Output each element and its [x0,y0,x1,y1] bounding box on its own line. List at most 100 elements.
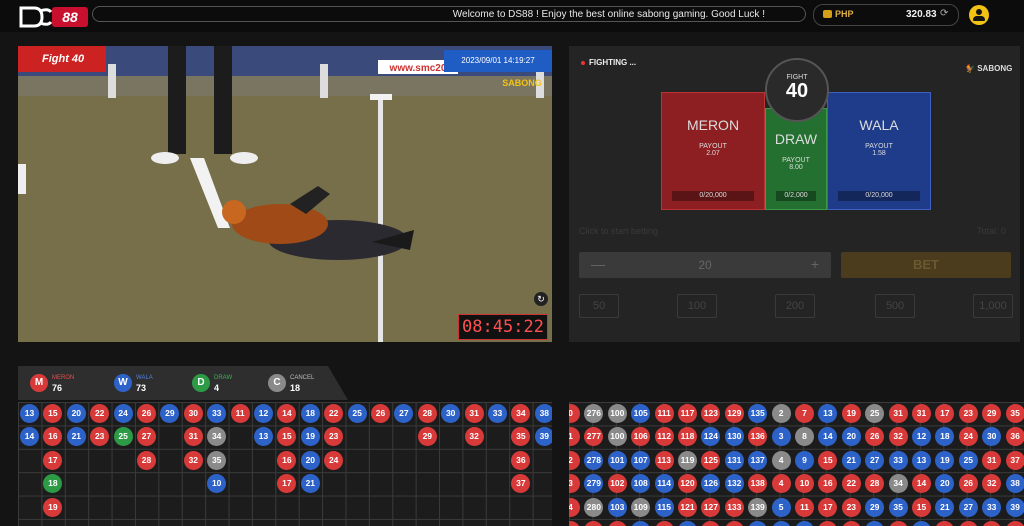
result-ball: 20 [66,404,86,423]
result-ball: 33 [888,450,908,470]
betting-panel: FIGHTING ... 🐓 SABONG FIGHT 40 MERON PAY… [569,46,1020,342]
result-ball: 22 [90,404,110,423]
rotate-icon[interactable]: ↻ [534,292,548,306]
draw-limit: 0/2,000 [776,191,816,201]
result-ball: 16 [912,521,931,526]
meron-summary-label: MERON [52,375,75,381]
cancel-count: 18 [290,383,301,393]
result-ball: 27 [958,497,978,517]
cancel-summary-label: CANCEL [290,375,315,381]
result-ball: 13 [912,450,931,470]
result-ball: 29 [865,497,885,517]
result-ball: 103 [607,497,627,517]
result-ball: 4 [771,450,791,470]
result-ball: 280 [584,497,604,517]
result-ball: 15 [818,450,838,470]
result-ball: 2 [771,404,791,423]
result-ball: 18 [935,427,955,447]
result-ball: 100 [607,404,627,423]
wala-bet-card[interactable]: WALA PAYOUT 1.58 0/20,000 [827,92,931,210]
result-ball: 281 [584,521,604,526]
result-ball: 17 [818,497,838,517]
svg-text:www.smc20: www.smc20 [389,63,447,74]
result-ball: 38 [1005,474,1024,494]
result-ball: 21 [935,497,955,517]
result-ball: 28 [417,404,437,423]
result-ball: 17 [935,404,955,423]
result-ball: 8 [795,427,814,447]
draw-bet-card[interactable]: DRAW PAYOUT 8.00 0/2,000 [765,108,827,210]
chip-500[interactable]: 500 [875,294,915,318]
chip-50[interactable]: 50 [579,294,619,318]
amount-input[interactable]: 20 [579,258,831,272]
result-ball: 140 [748,521,768,526]
result-ball: 105 [631,404,651,423]
fight-number-badge: FIGHT 40 [765,58,829,122]
result-ball: 20 [300,450,320,470]
result-ball: 39 [1005,497,1024,517]
meron-count: 76 [52,383,63,393]
result-ball: 121 [678,497,697,517]
currency-label: PHP [835,9,854,19]
fight-datetime: 2023/09/01 14:19:27 [444,50,552,72]
result-ball: 32 [464,427,484,447]
bet-button[interactable]: BET [841,252,1011,278]
result-ball: 278 [584,450,604,470]
meron-bet-card[interactable]: MERON PAYOUT 2.07 0/20,000 [661,92,765,210]
result-ball: 38 [534,404,552,423]
balance-box: PHP 320.83 ⟳ [813,4,959,26]
result-ball: 25 [865,404,885,423]
result-ball: 18 [818,521,838,526]
result-ball: 35 [207,450,227,470]
result-ball: 7 [795,404,814,423]
top-bar: 88 Welcome to DS88 ! Enjoy the best onli… [0,0,1024,32]
refresh-icon[interactable]: ⟳ [940,8,948,19]
result-ball: 30 [441,404,461,423]
result-ball: 138 [748,474,768,494]
chip-1000[interactable]: 1,000 [973,294,1013,318]
result-ball: 34 [511,404,531,423]
result-ball: 31 [888,404,908,423]
result-ball: 125 [701,450,721,470]
chip-200[interactable]: 200 [775,294,815,318]
chip-100[interactable]: 100 [677,294,717,318]
result-ball: 10 [795,474,814,494]
live-video[interactable]: www.smc20 SABONG Fight 40 2023/09/01 14:… [18,46,552,342]
result-ball: 23 [324,427,344,447]
result-ball: 109 [631,497,651,517]
user-icon[interactable] [969,5,989,25]
result-ball: 106 [631,427,651,447]
result-ball: 15 [277,427,297,447]
result-ball: 133 [724,497,744,517]
wala-limit: 0/20,000 [838,191,920,201]
svg-text:SABONG: SABONG [502,78,542,88]
cancel-badge: C [268,374,286,392]
wala-badge: W [114,374,132,392]
draw-name: DRAW [774,131,818,147]
result-ball: 276 [584,404,604,423]
result-ball: 17 [277,474,297,494]
wala-count: 73 [136,383,147,393]
result-ball: 26 [958,474,978,494]
result-ball: 27 [137,427,156,447]
result-ball: 20 [935,474,955,494]
wallet-icon [823,10,832,18]
result-ball: 28 [958,521,978,526]
result-ball: 25 [113,427,133,447]
result-ball: 25 [347,404,367,423]
result-ball: 30 [183,404,203,423]
result-ball: 277 [584,427,604,447]
result-ball: 31 [464,404,484,423]
result-ball: 110 [631,521,651,526]
draw-summary-label: DRAW [214,375,233,381]
ds88-logo[interactable]: 88 [18,5,90,29]
wala-summary-label: WALA [136,375,153,381]
result-ball: 130 [724,427,744,447]
increase-button[interactable]: + [811,256,819,272]
wala-payout: 1.58 [872,150,886,157]
result-ball: 114 [654,474,674,494]
result-ball: 102 [607,474,627,494]
result-ball: 22 [935,521,955,526]
result-ball: 31 [912,404,931,423]
sabong-logo: 🐓 SABONG [965,64,1013,73]
